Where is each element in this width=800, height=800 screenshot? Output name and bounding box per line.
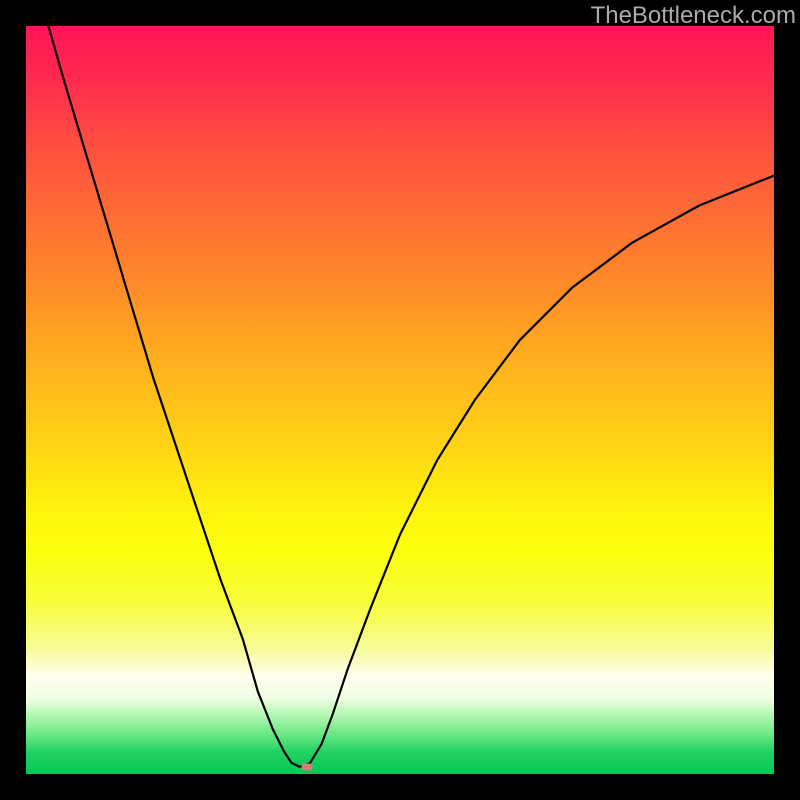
chart-svg (26, 26, 774, 774)
watermark: TheBottleneck.com (587, 0, 800, 32)
bottleneck-curve (48, 26, 774, 767)
optimal-marker (301, 763, 312, 770)
plot-area (26, 26, 774, 774)
